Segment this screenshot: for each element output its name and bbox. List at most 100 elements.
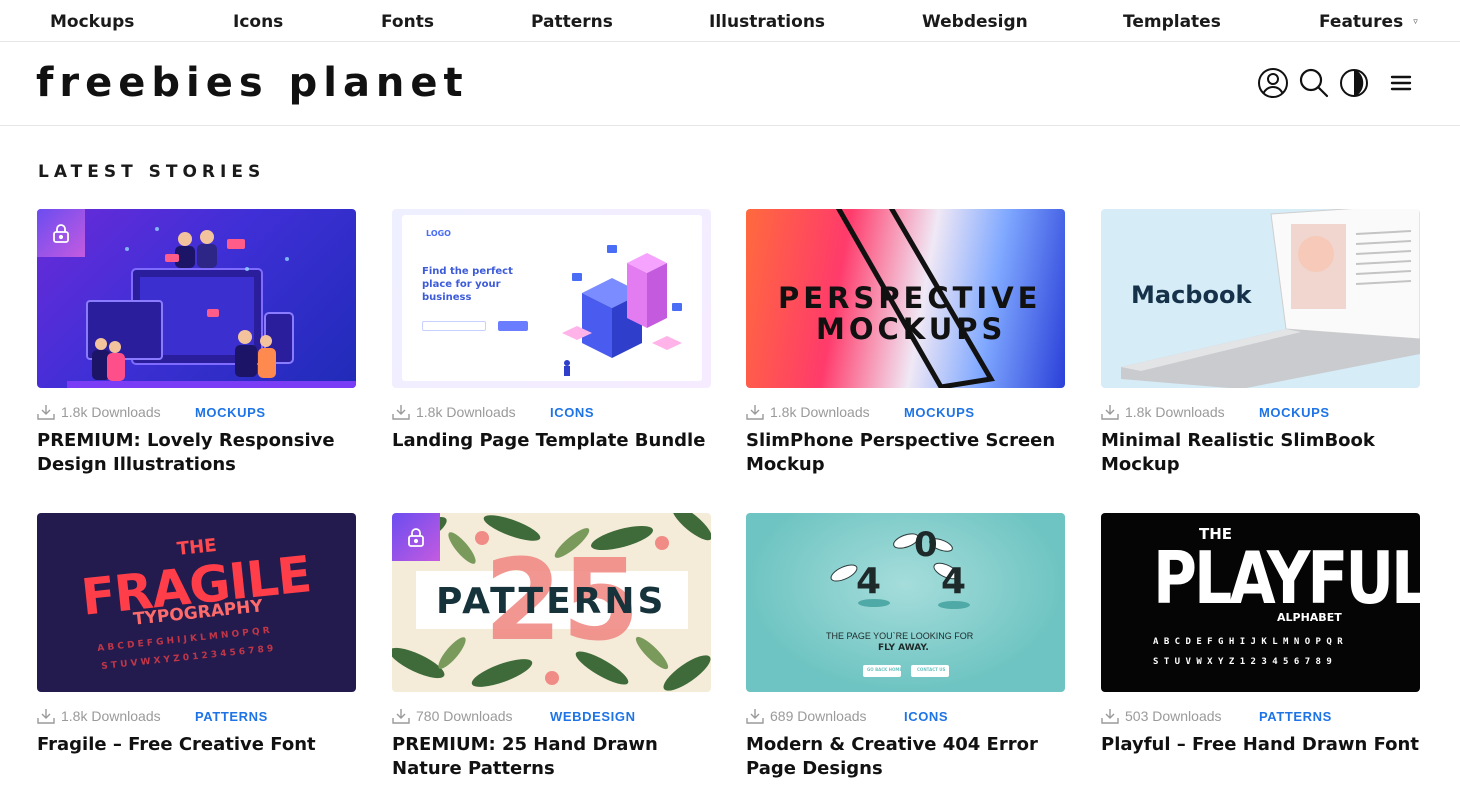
downloads-text: 1.8k Downloads: [416, 404, 516, 420]
category-link[interactable]: ICONS: [904, 709, 948, 724]
category-link[interactable]: MOCKUPS: [195, 405, 266, 420]
thumb-alpha1: A B C D E F G H I J K L M N O P Q R: [1153, 637, 1343, 647]
download-icon: [37, 709, 55, 724]
thumb-btn2: CONTACT US: [917, 667, 946, 672]
card-meta: 780 Downloads WEBDESIGN: [392, 708, 711, 728]
card-meta: 1.8k Downloads MOCKUPS: [37, 404, 356, 424]
card-thumbnail[interactable]: 4 0 4 THE PAGE YOU`RE LOOKING FOR FLY AW…: [746, 513, 1065, 692]
category-link[interactable]: WEBDESIGN: [550, 709, 636, 724]
card-title[interactable]: PREMIUM: Lovely Responsive Design Illust…: [37, 429, 356, 477]
card-thumbnail[interactable]: LOGO Find the perfect place for your bus…: [392, 209, 711, 388]
story-card: LOGO Find the perfect place for your bus…: [392, 209, 711, 453]
download-count: 1.8k Downloads: [37, 708, 161, 724]
nav-webdesign[interactable]: Webdesign: [922, 12, 1028, 32]
lock-icon: [408, 528, 424, 547]
downloads-text: 780 Downloads: [416, 708, 513, 724]
downloads-text: 689 Downloads: [770, 708, 867, 724]
card-title[interactable]: Fragile – Free Creative Font: [37, 733, 356, 757]
download-icon: [1101, 405, 1119, 420]
story-card: 1.8k Downloads MOCKUPS PREMIUM: Lovely R…: [37, 209, 356, 477]
card-meta: 1.8k Downloads MOCKUPS: [746, 404, 1065, 424]
card-thumbnail[interactable]: Macbook: [1101, 209, 1420, 388]
category-link[interactable]: PATTERNS: [195, 709, 268, 724]
user-icon[interactable]: [1257, 67, 1289, 99]
story-card: THE FRAGILE TYPOGRAPHY A B C D E F G H I…: [37, 513, 356, 757]
downloads-text: 503 Downloads: [1125, 708, 1222, 724]
download-count: 1.8k Downloads: [392, 404, 516, 420]
mini-input: [422, 321, 486, 331]
chevron-down-icon: ▿: [1413, 17, 1418, 27]
downloads-text: 1.8k Downloads: [770, 404, 870, 420]
card-title[interactable]: Playful – Free Hand Drawn Font: [1101, 733, 1420, 757]
nav-icons[interactable]: Icons: [233, 12, 283, 32]
download-count: 1.8k Downloads: [1101, 404, 1225, 420]
card-thumbnail[interactable]: [37, 209, 356, 388]
download-icon: [746, 709, 764, 724]
downloads-text: 1.8k Downloads: [61, 404, 161, 420]
dark-mode-icon[interactable]: [1339, 67, 1371, 99]
story-card: PERSPECTIVE MOCKUPS 1.8k Downloads MOCKU…: [746, 209, 1065, 477]
nav-mockups[interactable]: Mockups: [50, 12, 134, 32]
nav-fonts[interactable]: Fonts: [381, 12, 434, 32]
card-title[interactable]: Landing Page Template Bundle: [392, 429, 711, 453]
premium-lock-badge: [392, 513, 440, 561]
card-title[interactable]: Minimal Realistic SlimBook Mockup: [1101, 429, 1420, 477]
download-count: 780 Downloads: [392, 708, 513, 724]
thumb-sub: ALPHABET: [1277, 611, 1342, 624]
download-icon: [1101, 709, 1119, 724]
isometric-city-image: [562, 245, 682, 376]
category-link[interactable]: MOCKUPS: [1259, 405, 1330, 420]
thumb-alpha2: S T U V W X Y Z 1 2 3 4 5 6 7 8 9: [1153, 657, 1332, 667]
card-thumbnail[interactable]: PERSPECTIVE MOCKUPS: [746, 209, 1065, 388]
card-meta: 689 Downloads ICONS: [746, 708, 1065, 728]
story-card: Macbook 1.8k Downloads MOCKUPS Minimal R…: [1101, 209, 1420, 477]
card-meta: 503 Downloads PATTERNS: [1101, 708, 1420, 728]
category-link[interactable]: MOCKUPS: [904, 405, 975, 420]
category-link[interactable]: ICONS: [550, 405, 594, 420]
card-title[interactable]: Modern & Creative 404 Error Page Designs: [746, 733, 1065, 781]
card-meta: 1.8k Downloads MOCKUPS: [1101, 404, 1420, 424]
mini-button: [498, 321, 528, 331]
card-thumbnail[interactable]: 25 PATTERNS: [392, 513, 711, 692]
downloads-text: 1.8k Downloads: [1125, 404, 1225, 420]
premium-lock-badge: [37, 209, 85, 257]
lock-icon: [53, 224, 69, 243]
nav-templates[interactable]: Templates: [1123, 12, 1221, 32]
download-count: 503 Downloads: [1101, 708, 1222, 724]
mini-logo: LOGO: [426, 229, 451, 238]
download-count: 1.8k Downloads: [37, 404, 161, 420]
thumb-word: PLAYFUL: [1153, 537, 1420, 621]
download-icon: [392, 405, 410, 420]
nav-patterns[interactable]: Patterns: [531, 12, 613, 32]
thumb-brand: Macbook: [1131, 281, 1252, 309]
site-logo[interactable]: freebies planet: [36, 59, 469, 107]
card-thumbnail[interactable]: THE PLAYFUL ALPHABET A B C D E F G H I J…: [1101, 513, 1420, 692]
story-card: THE PLAYFUL ALPHABET A B C D E F G H I J…: [1101, 513, 1420, 757]
card-title[interactable]: PREMIUM: 25 Hand Drawn Nature Patterns: [392, 733, 711, 781]
thumb-btn1: GO BACK HOME: [867, 667, 903, 672]
nav-illustrations[interactable]: Illustrations: [709, 12, 825, 32]
thumb-line1: THE PAGE YOU`RE LOOKING FOR: [826, 631, 974, 641]
card-thumbnail[interactable]: THE FRAGILE TYPOGRAPHY A B C D E F G H I…: [37, 513, 356, 692]
top-nav: Mockups Icons Fonts Patterns Illustratio…: [0, 0, 1460, 42]
thumb-digit2: 0: [914, 525, 938, 565]
thumb-line2: MOCKUPS: [816, 312, 1007, 346]
search-icon[interactable]: [1298, 67, 1330, 99]
card-meta: 1.8k Downloads ICONS: [392, 404, 711, 424]
card-meta: 1.8k Downloads PATTERNS: [37, 708, 356, 728]
mini-heading: Find the perfect place for your business: [422, 266, 513, 303]
card-title[interactable]: SlimPhone Perspective Screen Mockup: [746, 429, 1065, 477]
thumb-digit3: 4: [941, 561, 967, 602]
mini-page: LOGO Find the perfect place for your bus…: [402, 215, 702, 381]
nav-features[interactable]: Features ▿: [1319, 12, 1418, 32]
category-link[interactable]: PATTERNS: [1259, 709, 1332, 724]
download-count: 1.8k Downloads: [746, 404, 870, 420]
download-icon: [37, 405, 55, 420]
thumb-word: PATTERNS: [436, 581, 667, 622]
thumb-digit1: 4: [856, 561, 882, 602]
menu-icon[interactable]: [1385, 67, 1417, 99]
nav-features-label: Features: [1319, 12, 1404, 32]
site-header: freebies planet: [0, 43, 1460, 126]
thumb-line2: FLY AWAY.: [878, 643, 929, 653]
story-card: 4 0 4 THE PAGE YOU`RE LOOKING FOR FLY AW…: [746, 513, 1065, 781]
